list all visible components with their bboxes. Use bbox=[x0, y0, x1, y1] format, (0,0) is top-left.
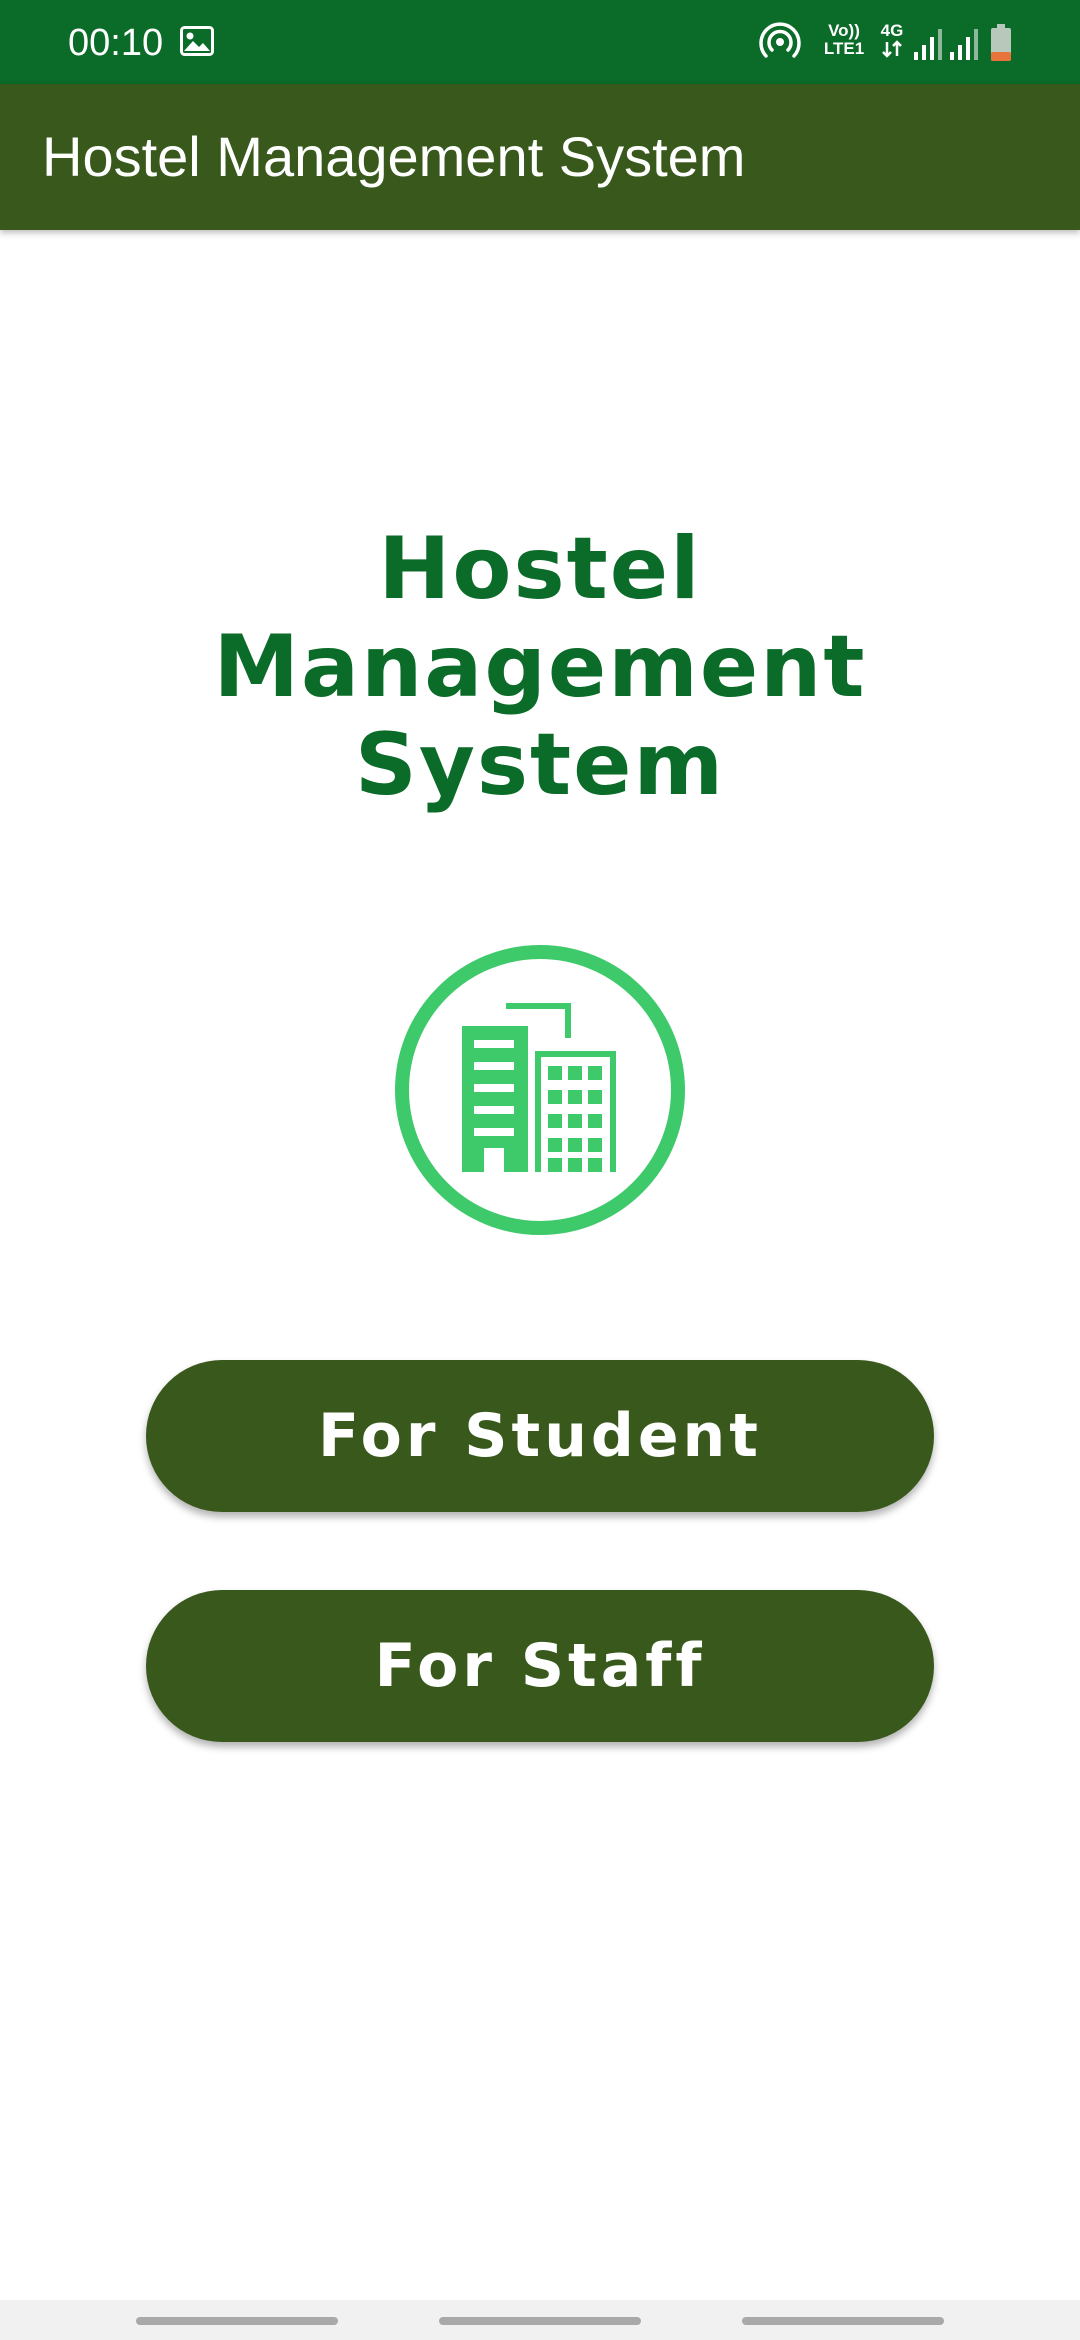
status-icons: Vo)) LTE1 4G bbox=[750, 0, 1080, 84]
app-bar-title: Hostel Management System bbox=[42, 125, 746, 188]
navigation-bar bbox=[0, 2300, 1080, 2340]
nav-gesture-handle[interactable] bbox=[439, 2317, 641, 2325]
data-arrows-icon bbox=[874, 40, 910, 62]
volte-top-label: Vo)) bbox=[828, 21, 860, 40]
battery-icon bbox=[990, 24, 1012, 62]
for-student-button[interactable]: For Student bbox=[146, 1360, 934, 1512]
status-bar: 00:10 Vo)) LTE1 4G bbox=[0, 0, 1080, 84]
for-staff-button[interactable]: For Staff bbox=[146, 1590, 934, 1742]
network-type-label: 4G bbox=[880, 21, 904, 40]
building-icon bbox=[390, 944, 690, 1236]
status-time: 00:10 bbox=[68, 22, 164, 64]
signal-icon bbox=[912, 28, 946, 60]
volte-bottom-label: LTE1 bbox=[823, 39, 865, 58]
gallery-icon bbox=[180, 26, 214, 56]
network-type-indicator: 4G bbox=[874, 22, 910, 62]
hotspot-icon bbox=[758, 20, 802, 64]
signal-icon bbox=[948, 28, 982, 60]
nav-gesture-handle[interactable] bbox=[136, 2317, 338, 2325]
app-bar: Hostel Management System bbox=[0, 84, 1080, 230]
volte-indicator: Vo)) LTE1 bbox=[820, 22, 868, 58]
nav-gesture-handle[interactable] bbox=[742, 2317, 944, 2325]
page-title: Hostel Management System bbox=[213, 519, 867, 815]
